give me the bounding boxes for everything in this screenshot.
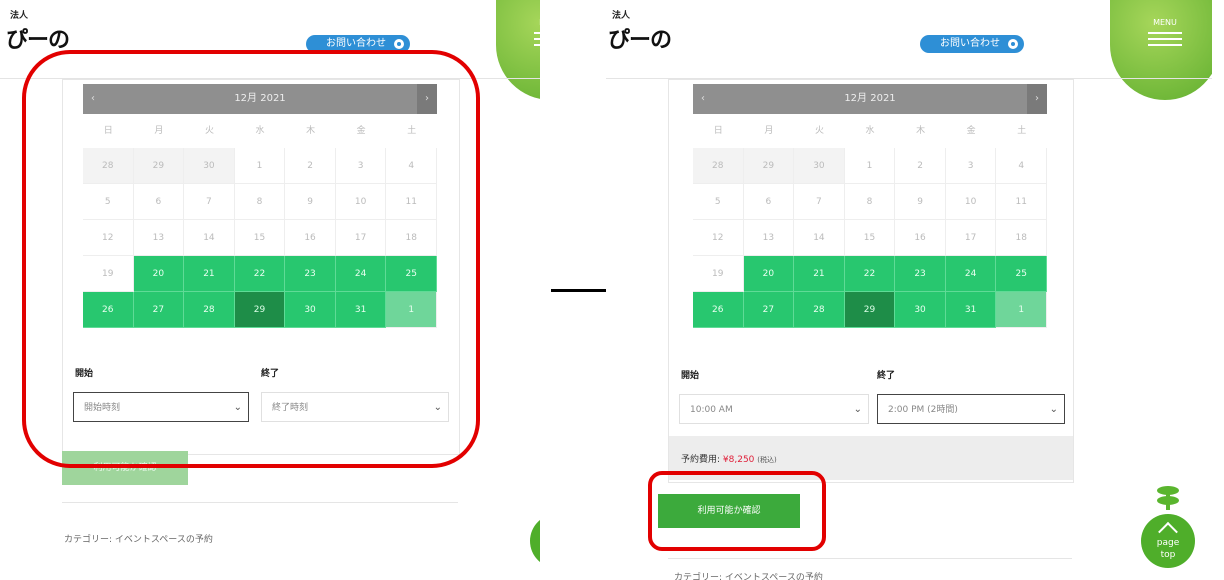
page-top-label: top	[1160, 550, 1176, 560]
day-cell: 13	[743, 220, 795, 256]
day-cell-available[interactable]: 30	[895, 292, 946, 328]
day-cell: 2	[895, 148, 946, 184]
month-label: 12月 2021	[844, 93, 896, 104]
calendar-header: ‹ 12月 2021 ›	[693, 84, 1047, 114]
divider	[668, 558, 1072, 559]
fee-label: 予約費用:	[681, 455, 721, 465]
calendar-grid: 28 29 30 1 2 3 4 5 6 7 8 9 10 11 12 13 1…	[693, 148, 1047, 328]
day-cell: 12	[693, 220, 744, 256]
day-cell: 6	[743, 184, 795, 220]
day-cell: 18	[996, 220, 1047, 256]
highlight-calendar-annotation	[22, 50, 480, 468]
day-cell-selected[interactable]: 29	[844, 292, 896, 328]
menu-button[interactable]: MENU	[496, 0, 540, 100]
stem-icon	[1166, 494, 1170, 510]
day-cell: 7	[794, 184, 845, 220]
day-cell-available[interactable]: 26	[693, 292, 744, 328]
start-time-value: 10:00 AM	[690, 405, 733, 415]
start-time-select[interactable]: 10:00 AM ⌄	[679, 394, 869, 424]
page-top-label: top	[530, 550, 540, 560]
weekday-label: 土	[1017, 126, 1027, 136]
day-cell-available[interactable]: 21	[794, 256, 845, 292]
page-top-circle: page top	[530, 514, 540, 568]
inquiry-label: お問い合わせ	[940, 38, 1000, 49]
prev-month-button[interactable]: ‹	[693, 84, 713, 114]
day-cell-available[interactable]: 24	[945, 256, 997, 292]
day-cell: 29	[743, 148, 795, 184]
day-cell-available[interactable]: 22	[844, 256, 896, 292]
next-month-button[interactable]: ›	[1027, 84, 1047, 114]
chevron-down-icon: ⌄	[853, 404, 862, 415]
end-label: 終了	[877, 371, 896, 381]
site-logo[interactable]: ぴーの	[608, 22, 672, 54]
day-cell: 3	[945, 148, 997, 184]
brand-prefix: 法人	[10, 11, 29, 21]
weekday-label: 火	[814, 126, 824, 136]
page-top-circle: page top	[1141, 514, 1195, 568]
category-link[interactable]: カテゴリー: イベントスペースの予約	[64, 532, 213, 545]
inquiry-label: お問い合わせ	[326, 38, 386, 49]
calendar: ‹ 12月 2021 › 日 月 火 水 木 金 土 28 29 30 1 2 …	[693, 84, 1047, 330]
day-cell-available[interactable]: 25	[996, 256, 1047, 292]
day-cell-available[interactable]: 23	[895, 256, 946, 292]
category-link[interactable]: カテゴリー: イベントスペースの予約	[674, 570, 823, 580]
day-cell: 16	[895, 220, 946, 256]
day-cell: 8	[844, 184, 896, 220]
weekday-label: 日	[713, 126, 723, 136]
arrow-circle-icon	[394, 39, 404, 49]
hamburger-icon	[534, 32, 540, 50]
site-logo[interactable]: ぴーの	[6, 22, 70, 54]
highlight-button-annotation	[648, 471, 826, 551]
hamburger-icon	[1148, 32, 1182, 50]
day-cell: 14	[794, 220, 845, 256]
day-cell-available[interactable]: 28	[794, 292, 845, 328]
day-cell: 9	[895, 184, 946, 220]
menu-button[interactable]: MENU	[1110, 0, 1212, 100]
divider	[62, 502, 458, 503]
day-cell: 28	[693, 148, 744, 184]
day-cell: 5	[693, 184, 744, 220]
inquiry-button[interactable]: お問い合わせ	[920, 35, 1024, 53]
day-cell: 4	[996, 148, 1047, 184]
arrow-circle-icon	[1008, 39, 1018, 49]
day-cell: 19	[693, 256, 744, 292]
day-cell-next-month[interactable]: 1	[996, 292, 1047, 328]
day-cell: 17	[945, 220, 997, 256]
fee-amount: ¥8,250	[722, 455, 755, 465]
page-top-label: page	[530, 538, 540, 548]
menu-label: MENU	[496, 18, 540, 27]
booking-form: ‹ 12月 2021 › 日 月 火 水 木 金 土 28 29 30 1 2 …	[668, 79, 1074, 483]
transition-arrow	[551, 289, 611, 292]
weekday-label: 金	[966, 126, 976, 136]
fee-text: 予約費用: ¥8,250 (税込)	[681, 452, 777, 465]
day-cell: 11	[996, 184, 1047, 220]
weekday-label: 水	[865, 126, 875, 136]
day-cell: 30	[794, 148, 845, 184]
day-cell: 15	[844, 220, 896, 256]
day-cell: 1	[844, 148, 896, 184]
day-cell-available[interactable]: 31	[945, 292, 997, 328]
fee-tax-note: (税込)	[757, 456, 777, 464]
brand-prefix: 法人	[612, 11, 631, 21]
chevron-down-icon: ⌄	[1049, 404, 1058, 415]
end-time-value: 2:00 PM (2時間)	[888, 405, 958, 415]
day-cell: 10	[945, 184, 997, 220]
day-cell-available[interactable]: 20	[743, 256, 795, 292]
day-cell-available[interactable]: 27	[743, 292, 795, 328]
menu-label: MENU	[1153, 18, 1177, 27]
weekday-row: 日 月 火 水 木 金 土	[693, 114, 1047, 148]
end-time-select[interactable]: 2:00 PM (2時間) ⌄	[877, 394, 1065, 424]
weekday-label: 月	[764, 126, 774, 136]
start-label: 開始	[681, 371, 700, 381]
weekday-label: 木	[916, 126, 926, 136]
